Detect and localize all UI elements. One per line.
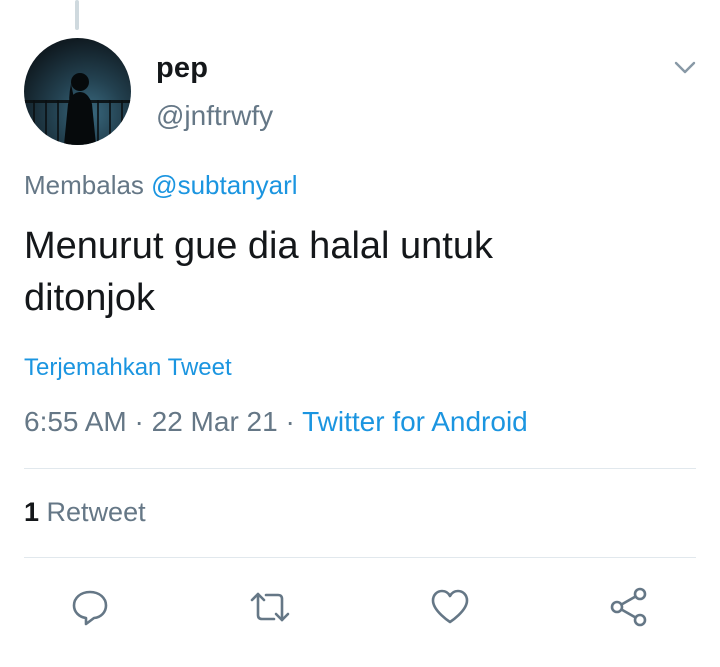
retweet-count-label: Retweet — [46, 497, 146, 527]
meta-separator: · — [134, 406, 144, 437]
tweet-time: 6:55 AM — [24, 406, 127, 437]
user-handle[interactable]: @jnftrwfy — [156, 100, 273, 132]
tweet-metadata: 6:55 AM · 22 Mar 21 · Twitter for Androi… — [24, 406, 528, 438]
tweet-date: 22 Mar 21 — [151, 406, 278, 437]
meta-separator: · — [285, 406, 295, 437]
retweet-icon[interactable] — [248, 585, 292, 629]
tweet-text-line: Menurut gue dia halal untuk — [24, 225, 493, 267]
reply-context: Membalas @subtanyarl — [24, 170, 298, 201]
share-icon[interactable] — [607, 585, 651, 629]
avatar-image — [24, 73, 131, 145]
reply-icon[interactable] — [68, 585, 112, 629]
reply-prefix: Membalas — [24, 170, 144, 200]
retweet-count-number: 1 — [24, 497, 40, 527]
retweet-stat[interactable]: 1 Retweet — [24, 497, 146, 528]
display-name[interactable]: pep — [156, 52, 208, 85]
reply-mention-link[interactable]: @subtanyarl — [151, 170, 297, 200]
divider — [24, 468, 696, 469]
divider — [24, 557, 696, 558]
avatar[interactable] — [24, 38, 131, 145]
translate-tweet-link[interactable]: Terjemahkan Tweet — [24, 354, 232, 382]
thread-connector-line — [75, 0, 79, 30]
tweet-text-line: ditonjok — [24, 277, 155, 319]
tweet-text: Menurut gue dia halal untuk ditonjok — [24, 220, 684, 324]
tweet-source-link[interactable]: Twitter for Android — [302, 406, 528, 437]
like-icon[interactable] — [428, 585, 472, 629]
chevron-down-icon[interactable] — [668, 56, 702, 80]
